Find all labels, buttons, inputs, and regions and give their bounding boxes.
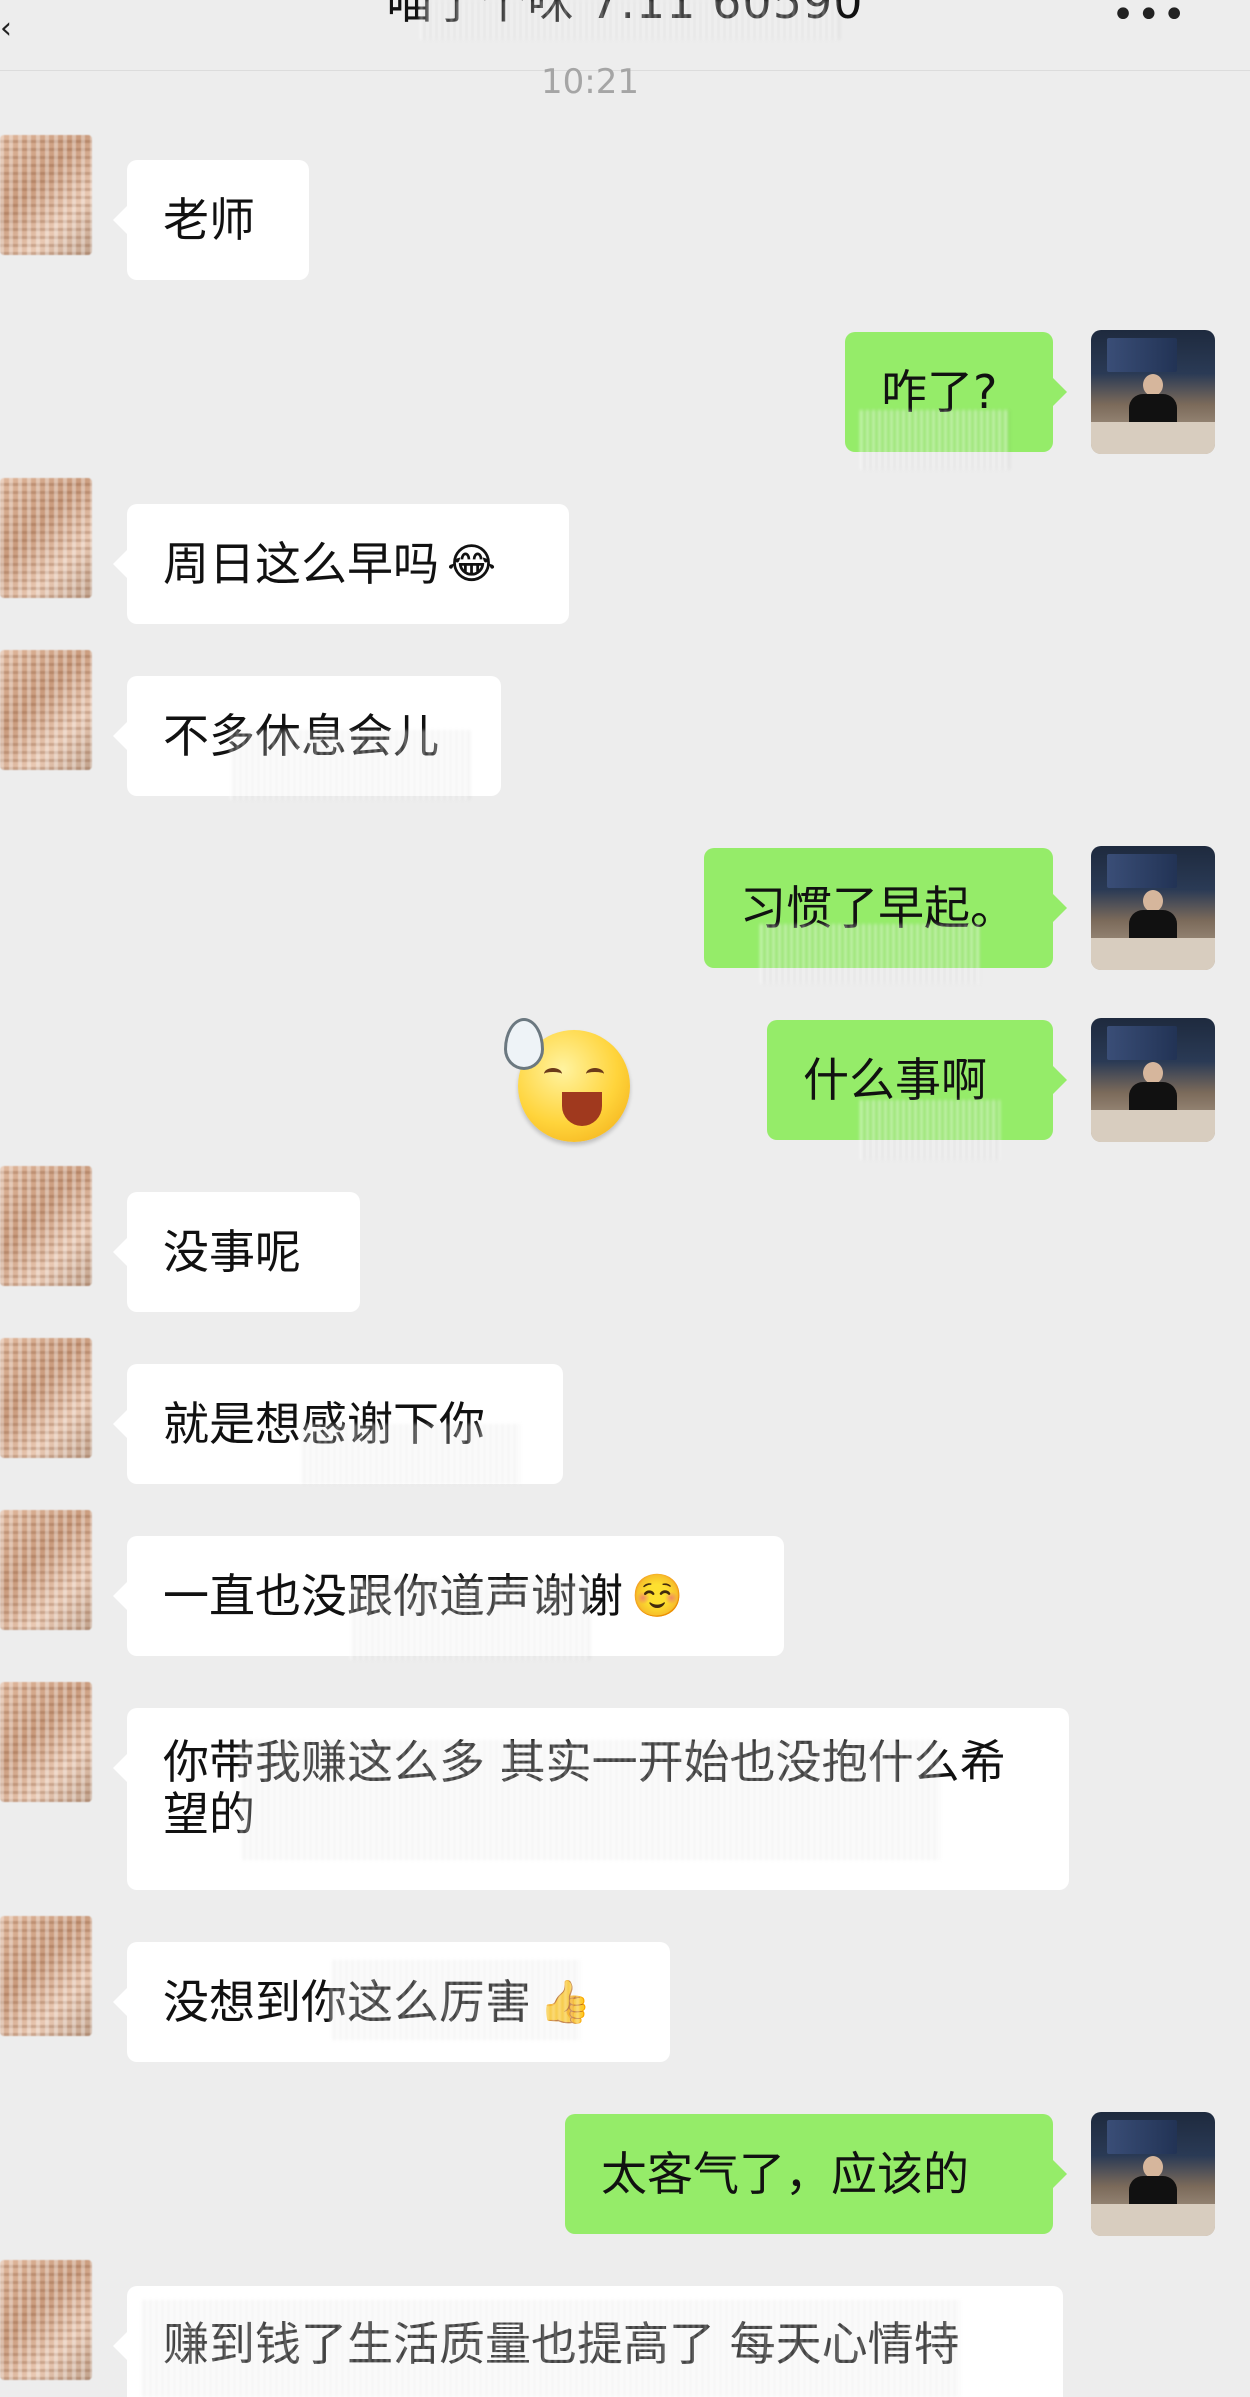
received-message-bubble[interactable]: 没想到你这么厉害 👍: [113, 1942, 670, 2062]
laughing-face-sticker-icon[interactable]: [502, 1018, 632, 1148]
more-options-icon[interactable]: •••: [1111, 0, 1188, 38]
my-avatar[interactable]: [1091, 1018, 1215, 1142]
avatar-person-head: [1143, 2156, 1163, 2178]
avatar-sofa: [1091, 938, 1215, 970]
received-message-bubble[interactable]: 老师: [113, 160, 309, 280]
avatar-sofa: [1091, 422, 1215, 454]
contact-avatar[interactable]: [0, 1682, 92, 1802]
message-text: 没想到你这么厉害: [163, 1975, 531, 2029]
message-text: 你带我赚这么多 其实一开始也没抱什么希望的: [163, 1735, 1006, 1841]
received-message-bubble[interactable]: 赚到钱了生活质量也提高了 每天心情特: [113, 2286, 1063, 2397]
message-text: 咋了?: [881, 365, 998, 419]
sticker-right-eye: [586, 1068, 604, 1080]
sticker-mouth: [562, 1092, 602, 1126]
contact-avatar[interactable]: [0, 1510, 92, 1630]
avatar-sofa: [1091, 1110, 1215, 1142]
avatar-person-head: [1143, 1062, 1163, 1084]
avatar-sofa: [1091, 2204, 1215, 2236]
message-text: 没事呢: [163, 1225, 301, 1279]
avatar-painting: [1107, 1026, 1177, 1060]
message-text: 赚到钱了生活质量也提高了 每天心情特: [163, 2317, 960, 2371]
my-avatar[interactable]: [1091, 330, 1215, 454]
received-message-bubble[interactable]: 你带我赚这么多 其实一开始也没抱什么希望的: [113, 1708, 1069, 1890]
contact-avatar[interactable]: [0, 1338, 92, 1458]
contact-avatar[interactable]: [0, 1166, 92, 1286]
message-timestamp: 10:21: [541, 62, 639, 102]
sent-message-bubble[interactable]: 咋了?: [845, 332, 1067, 452]
message-text: 不多休息会儿: [163, 709, 439, 763]
avatar-person-head: [1143, 374, 1163, 396]
smiling-face-emoji-icon: ☺️: [631, 1571, 684, 1620]
received-message-bubble[interactable]: 周日这么早吗 😂: [113, 504, 569, 624]
chat-header: ‹ 喵了个咪 7.11 60590 •••: [0, 0, 1250, 71]
tears-of-joy-emoji-icon: 😂: [447, 539, 497, 588]
my-avatar[interactable]: [1091, 846, 1215, 970]
contact-avatar[interactable]: [0, 2260, 92, 2380]
my-avatar[interactable]: [1091, 2112, 1215, 2236]
message-text: 一直也没跟你道声谢谢: [163, 1569, 623, 1623]
contact-avatar[interactable]: [0, 1916, 92, 2036]
sweat-drop-icon: [504, 1018, 544, 1070]
message-text: 习惯了早起。: [740, 881, 1016, 935]
received-message-bubble[interactable]: 不多休息会儿: [113, 676, 501, 796]
contact-avatar[interactable]: [0, 650, 92, 770]
message-text: 周日这么早吗: [163, 537, 439, 591]
message-text: 太客气了，应该的: [601, 2147, 969, 2201]
message-text: 什么事啊: [803, 1053, 987, 1107]
sticker-left-eye: [544, 1068, 562, 1080]
message-text: 就是想感谢下你: [163, 1397, 485, 1451]
message-text: 老师: [163, 193, 255, 247]
sent-message-bubble[interactable]: 太客气了，应该的: [565, 2114, 1067, 2234]
received-message-bubble[interactable]: 就是想感谢下你: [113, 1364, 563, 1484]
chat-title: 喵了个咪 7.11 60590: [386, 0, 864, 29]
sent-message-bubble[interactable]: 什么事啊: [767, 1020, 1067, 1140]
avatar-painting: [1107, 854, 1177, 888]
sent-message-bubble[interactable]: 习惯了早起。: [704, 848, 1067, 968]
thumbs-up-emoji-icon: 👍: [539, 1977, 592, 2026]
contact-avatar[interactable]: [0, 478, 92, 598]
contact-avatar[interactable]: [0, 135, 92, 255]
received-message-bubble[interactable]: 一直也没跟你道声谢谢 ☺️: [113, 1536, 784, 1656]
avatar-painting: [1107, 338, 1177, 372]
avatar-painting: [1107, 2120, 1177, 2154]
avatar-person-head: [1143, 890, 1163, 912]
received-message-bubble[interactable]: 没事呢: [113, 1192, 360, 1312]
